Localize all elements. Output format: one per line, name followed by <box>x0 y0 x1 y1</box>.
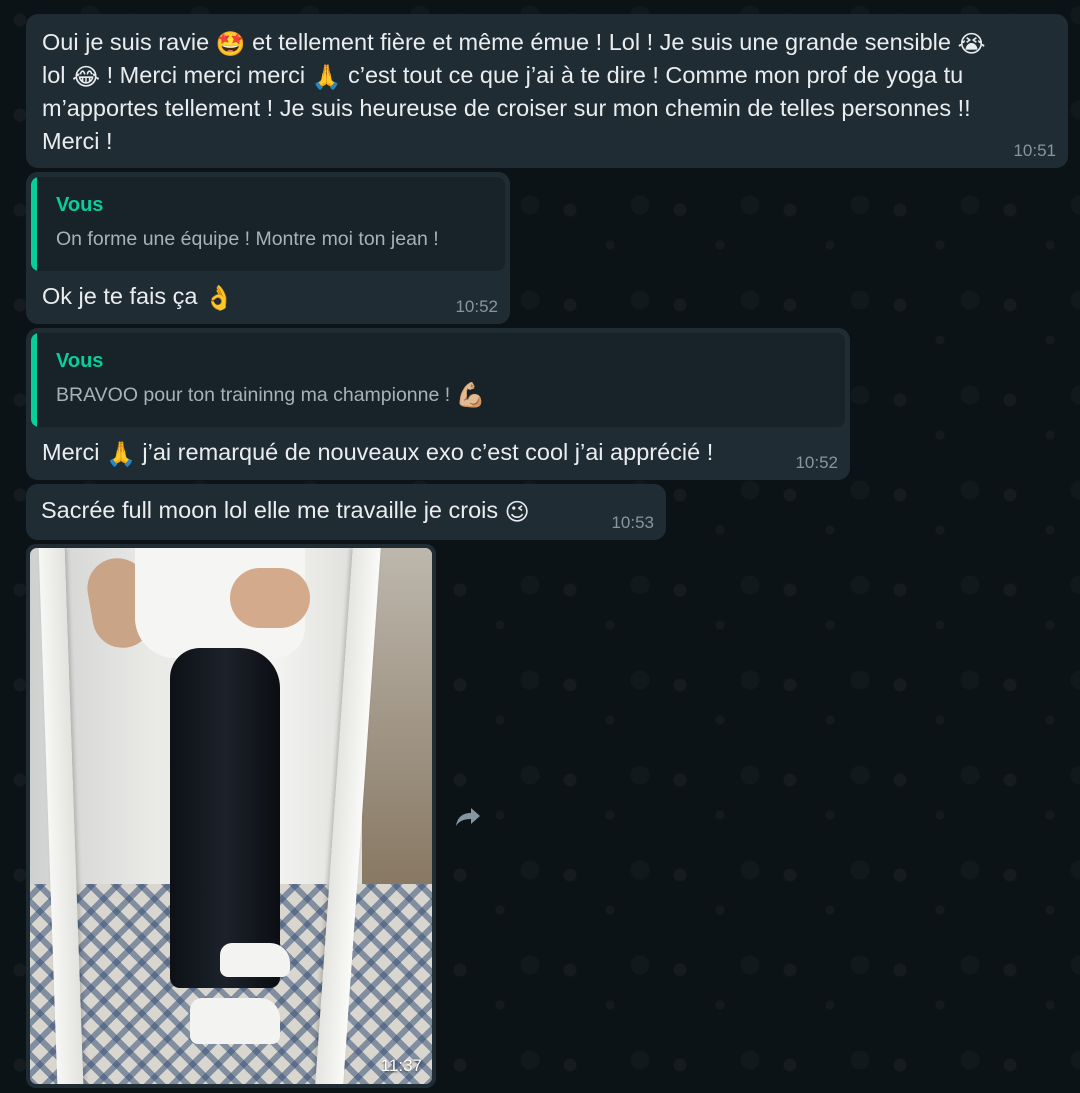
star-struck-emoji: 🤩 <box>215 30 246 58</box>
flexed-biceps-emoji: 💪🏼 <box>455 381 486 409</box>
forward-arrow-icon <box>456 808 480 826</box>
photo-shoe <box>190 998 280 1044</box>
message-bubble[interactable]: Oui je suis ravie 🤩 et tellement fière e… <box>26 14 1068 168</box>
quote-author: Vous <box>56 350 104 372</box>
winking-face-emoji: 😉 <box>504 498 530 526</box>
ok-hand-emoji: 👌 <box>203 284 234 312</box>
forward-button[interactable] <box>446 800 490 834</box>
quoted-message[interactable]: Vous BRAVOO pour ton traininng ma champi… <box>31 333 845 427</box>
photo-shoe <box>220 943 290 977</box>
message-bubble[interactable]: Vous BRAVOO pour ton traininng ma champi… <box>26 328 850 480</box>
crying-emoji: 😭 <box>957 30 986 58</box>
message-text: Oui je suis ravie 🤩 et tellement fière e… <box>42 29 986 154</box>
mirror-selfie-photo[interactable]: 11:37 <box>30 548 432 1084</box>
praying-hands-emoji: 🙏 <box>105 440 136 468</box>
message-time: 10:52 <box>455 297 498 316</box>
message-time: 10:52 <box>795 453 838 472</box>
message-time: 10:51 <box>1013 141 1056 160</box>
message-time: 10:53 <box>611 513 654 532</box>
quoted-message[interactable]: Vous On forme une équipe ! Montre moi to… <box>31 177 505 271</box>
quote-text: BRAVOO pour ton traininng ma championne … <box>56 381 486 409</box>
message-text: Ok je te fais ça 👌 <box>42 283 234 312</box>
message-text: Merci 🙏 j’ai remarqué de nouveaux exo c’… <box>42 439 714 468</box>
message-text: Sacrée full moon lol elle me travaille j… <box>41 497 530 526</box>
tears-of-joy-emoji: 😂 <box>72 63 101 91</box>
praying-hands-emoji: 🙏 <box>311 63 342 91</box>
quote-text: On forme une équipe ! Montre moi ton jea… <box>56 228 439 250</box>
message-time: 11:37 <box>380 1056 422 1075</box>
quote-author: Vous <box>56 194 104 216</box>
message-bubble[interactable]: Vous On forme une équipe ! Montre moi to… <box>26 172 510 324</box>
photo-hand-phone <box>230 568 310 628</box>
photo-jeans <box>170 648 280 988</box>
message-bubble[interactable]: Sacrée full moon lol elle me travaille j… <box>26 484 666 540</box>
image-message[interactable]: 11:37 <box>26 544 436 1088</box>
chat-panel: Oui je suis ravie 🤩 et tellement fière e… <box>0 0 1080 1093</box>
